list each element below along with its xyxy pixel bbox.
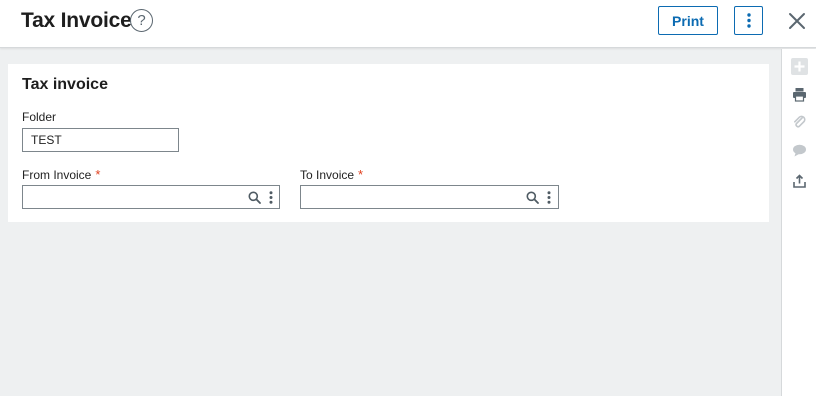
- more-vertical-icon: [269, 190, 273, 204]
- to-invoice-field[interactable]: [300, 185, 559, 209]
- close-icon: [789, 13, 805, 29]
- to-invoice-label-text: To Invoice: [300, 168, 355, 182]
- share-icon: [793, 174, 806, 188]
- tax-invoice-card: Tax invoice Folder TEST From Invoice * To…: [8, 64, 769, 222]
- from-invoice-label: From Invoice *: [22, 167, 100, 182]
- printer-icon: [793, 88, 806, 102]
- comment-button[interactable]: [791, 142, 808, 159]
- to-invoice-options-button[interactable]: [542, 190, 556, 204]
- close-button[interactable]: [786, 10, 808, 32]
- more-actions-button[interactable]: [734, 6, 763, 35]
- more-vertical-icon: [547, 190, 551, 204]
- help-icon[interactable]: ?: [130, 9, 153, 32]
- print-button[interactable]: Print: [658, 6, 718, 35]
- to-invoice-label: To Invoice *: [300, 167, 363, 182]
- folder-field[interactable]: TEST: [22, 128, 179, 152]
- add-button[interactable]: [791, 58, 808, 75]
- folder-label: Folder: [22, 110, 57, 124]
- folder-value: TEST: [31, 133, 62, 147]
- search-icon: [526, 191, 539, 204]
- required-marker: *: [358, 167, 364, 182]
- search-icon: [248, 191, 261, 204]
- help-glyph: ?: [137, 12, 146, 29]
- share-button[interactable]: [791, 173, 808, 190]
- page-title: Tax Invoice: [21, 9, 132, 32]
- required-marker: *: [95, 167, 101, 182]
- header-bar: Tax Invoice ? Print: [0, 0, 816, 48]
- comment-icon: [793, 144, 806, 157]
- attachment-button[interactable]: [791, 114, 808, 131]
- from-invoice-label-text: From Invoice: [22, 168, 92, 182]
- more-vertical-icon: [746, 13, 751, 28]
- print-side-button[interactable]: [791, 86, 808, 103]
- card-title: Tax invoice: [22, 76, 108, 93]
- right-toolbar: [781, 49, 816, 396]
- from-invoice-search-button[interactable]: [247, 190, 261, 204]
- from-invoice-field[interactable]: [22, 185, 280, 209]
- plus-icon: [791, 58, 808, 75]
- from-invoice-options-button[interactable]: [264, 190, 278, 204]
- paperclip-icon: [794, 115, 806, 128]
- to-invoice-search-button[interactable]: [525, 190, 539, 204]
